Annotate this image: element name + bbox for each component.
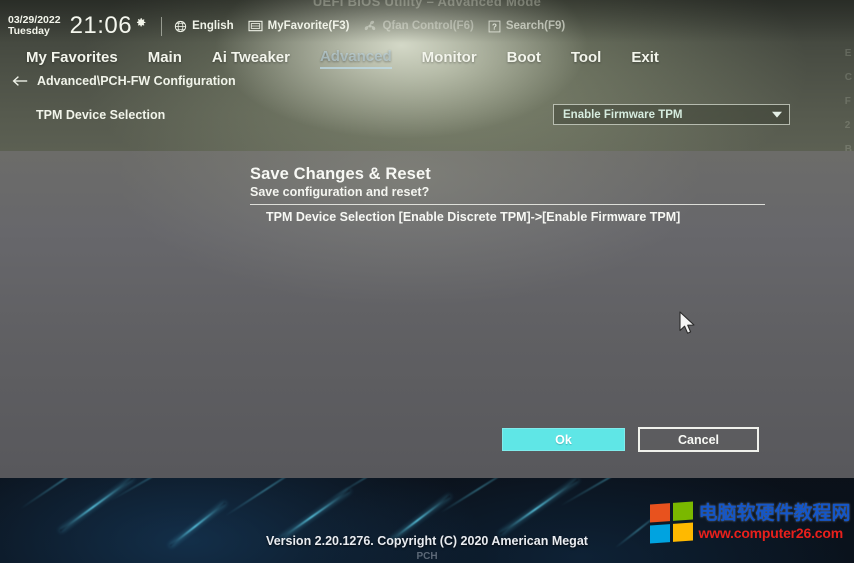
dialog-subtitle: Save configuration and reset?: [250, 185, 430, 199]
dialog-change-line: TPM Device Selection [Enable Discrete TP…: [266, 210, 681, 224]
breadcrumb-path: Advanced\PCH-FW Configuration: [37, 74, 236, 88]
folder-icon: [248, 20, 263, 32]
tab-monitor[interactable]: Monitor: [422, 49, 477, 68]
language-selector[interactable]: English: [174, 20, 234, 33]
question-icon: ?: [488, 20, 501, 32]
qfan-label: Qfan Control(F6): [382, 20, 474, 32]
info-bar: 03/29/2022 Tuesday 21:06 English MyFavor…: [0, 12, 854, 40]
ghost-line-3: F: [844, 96, 851, 107]
tab-exit[interactable]: Exit: [631, 49, 659, 68]
main-menu-bar: My Favorites Main Ai Tweaker Advanced Mo…: [0, 42, 854, 74]
site-watermark: 电脑软硬件教程网 www.computer26.com: [650, 501, 851, 543]
mouse-pointer-icon: [679, 311, 695, 334]
ok-button[interactable]: Ok: [502, 428, 625, 451]
back-arrow-icon[interactable]: [12, 75, 28, 87]
chevron-down-icon[interactable]: [772, 111, 782, 118]
dialog-divider: [250, 204, 765, 205]
tab-advanced[interactable]: Advanced: [319, 48, 392, 69]
qfan-control-button[interactable]: Qfan Control(F6): [363, 19, 474, 33]
globe-icon: [174, 20, 187, 32]
tab-main[interactable]: Main: [148, 49, 182, 68]
language-label: English: [192, 20, 234, 32]
tab-boot[interactable]: Boot: [507, 49, 541, 68]
watermark-url: www.computer26.com: [698, 525, 844, 542]
breadcrumb[interactable]: Advanced\PCH-FW Configuration: [12, 74, 236, 88]
windows-logo-icon: [650, 501, 693, 543]
tab-tool[interactable]: Tool: [571, 49, 602, 68]
dialog-title: Save Changes & Reset: [250, 165, 431, 183]
tpm-device-selection-dropdown[interactable]: Enable Firmware TPM: [553, 104, 790, 125]
gear-icon[interactable]: [134, 16, 147, 29]
myfavorite-label: MyFavorite(F3): [267, 20, 350, 32]
infobar-divider: [161, 16, 163, 36]
tpm-device-selection-value: Enable Firmware TPM: [563, 108, 683, 121]
ghost-line-1: E: [844, 48, 852, 59]
current-weekday: Tuesday: [8, 25, 50, 37]
svg-text:?: ?: [492, 22, 497, 31]
footer-subtext: PCH: [416, 551, 438, 562]
myfavorite-button[interactable]: MyFavorite(F3): [248, 20, 350, 32]
fan-icon: [365, 20, 376, 31]
current-time: 21:06: [69, 12, 133, 39]
tpm-device-selection-label: TPM Device Selection: [36, 108, 166, 122]
search-button[interactable]: ? Search(F9): [488, 20, 565, 33]
bios-screen: UEFI BIOS Utility – Advanced Mode 03/29/…: [0, 0, 854, 563]
watermark-cn-text: 电脑软硬件教程网: [698, 503, 851, 525]
ghost-line-2: C: [844, 72, 852, 83]
cancel-button[interactable]: Cancel: [638, 427, 759, 452]
tab-my-favorites[interactable]: My Favorites: [26, 49, 118, 68]
window-title: UEFI BIOS Utility – Advanced Mode: [312, 0, 542, 9]
search-label: Search(F9): [505, 20, 566, 32]
tab-ai-tweaker[interactable]: Ai Tweaker: [212, 49, 290, 68]
hardware-monitor-ghost: E C F 2 B: [845, 48, 852, 155]
ghost-line-4: 2: [844, 120, 851, 131]
date-time-display: 03/29/2022 Tuesday 21:06: [8, 14, 147, 38]
